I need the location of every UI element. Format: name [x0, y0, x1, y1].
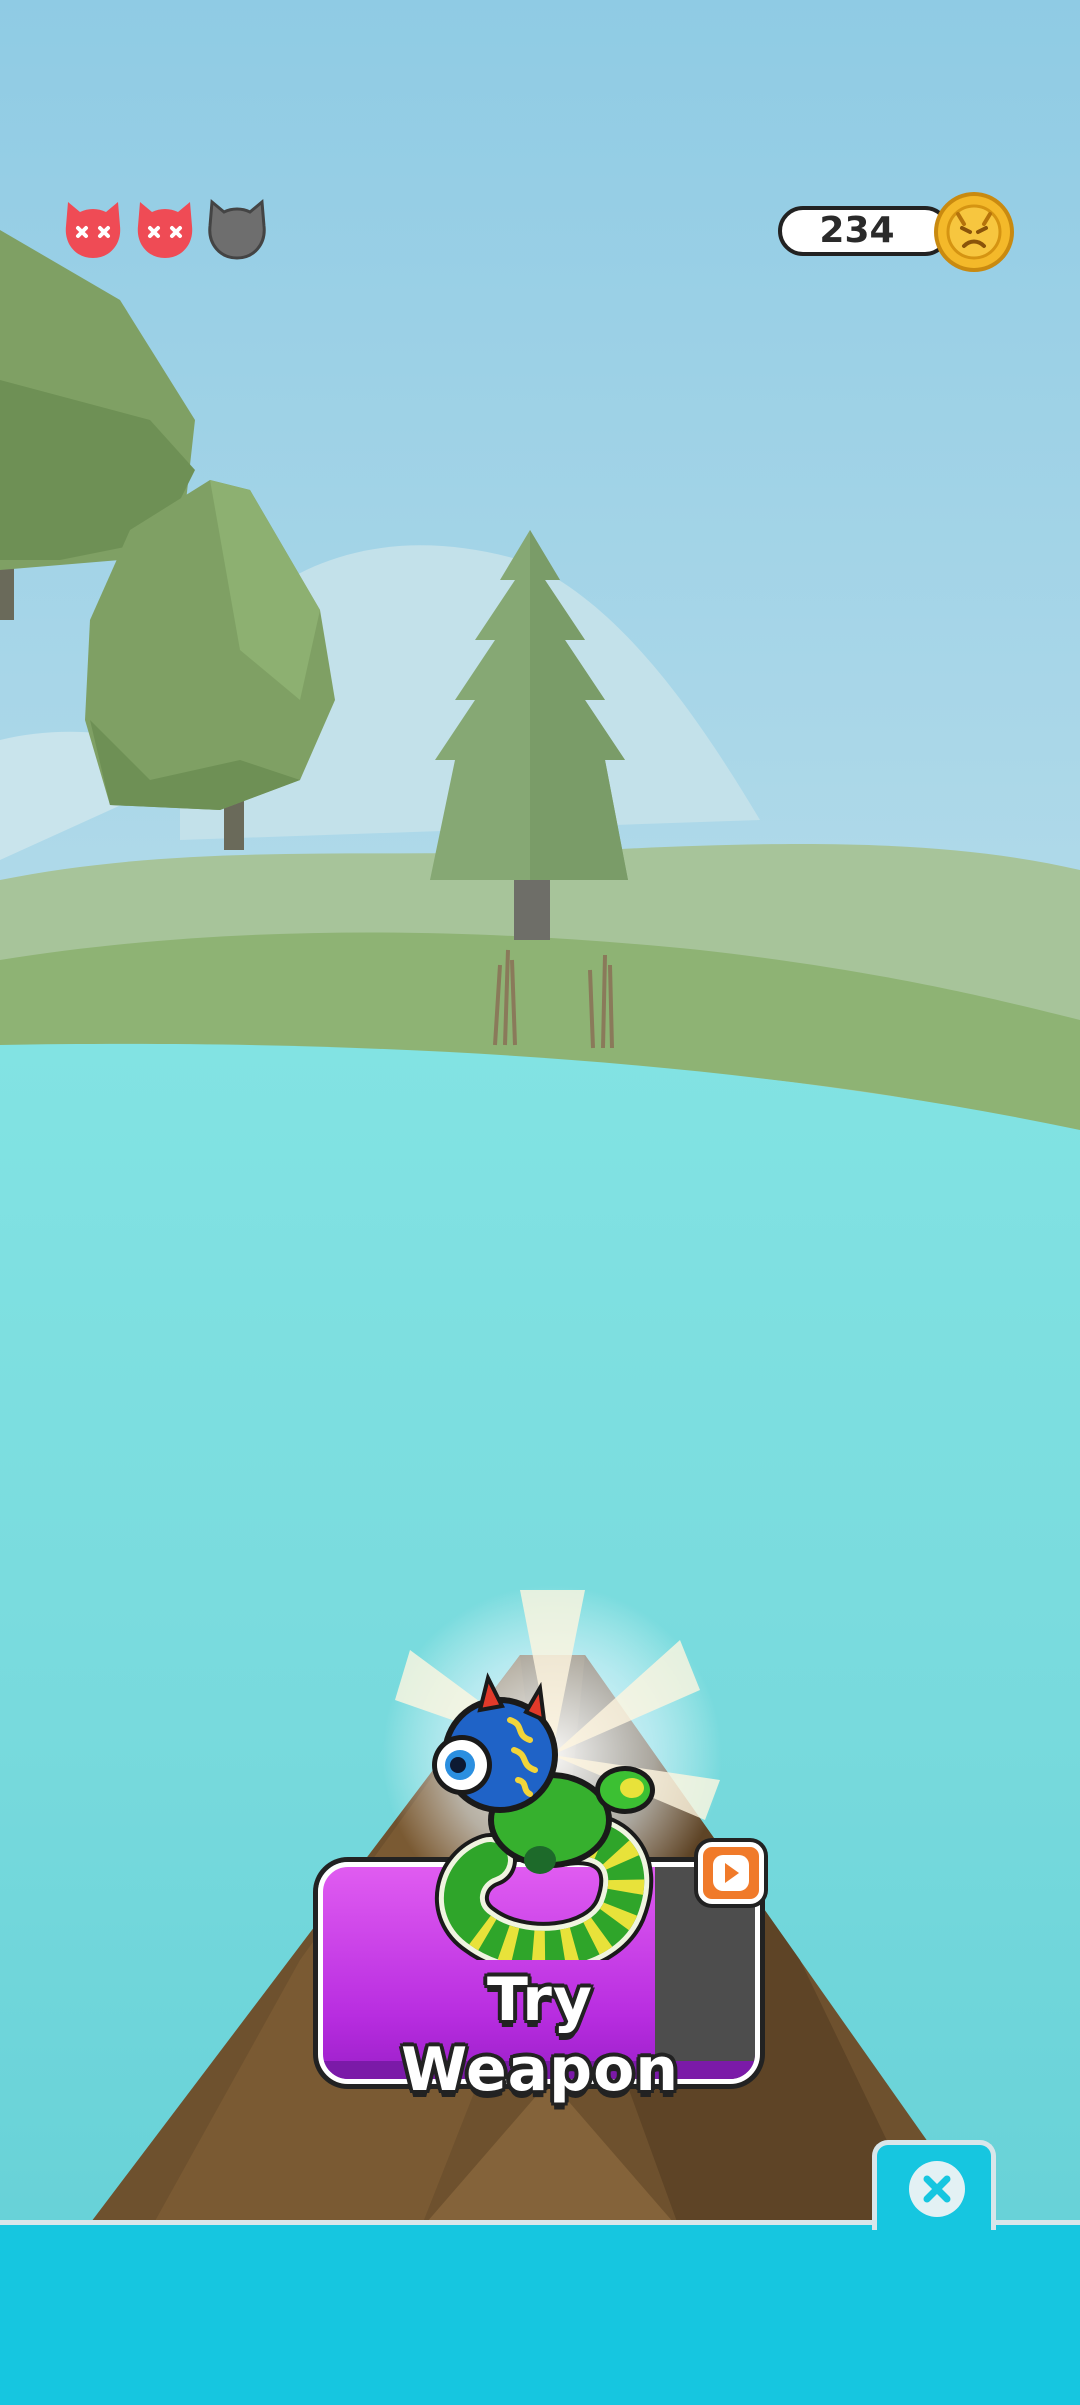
close-icon[interactable]	[907, 2159, 967, 2219]
try-weapon-label: Try Weapon	[400, 1965, 680, 2105]
defeated-devil-icon	[65, 202, 121, 258]
close-banner-button[interactable]	[872, 2140, 996, 2230]
remaining-devil-icon	[208, 199, 266, 260]
lives-indicator	[62, 196, 268, 262]
angry-face-coin-icon	[934, 192, 1014, 272]
coin-count: 234	[819, 210, 895, 251]
watch-ad-badge	[698, 1842, 764, 1904]
bottom-banner	[0, 2220, 1080, 2405]
defeated-devil-icon	[137, 202, 193, 258]
monster-weapon-icon	[432, 1672, 655, 1960]
coin-counter: 234	[778, 206, 950, 256]
video-play-icon	[713, 1855, 749, 1891]
